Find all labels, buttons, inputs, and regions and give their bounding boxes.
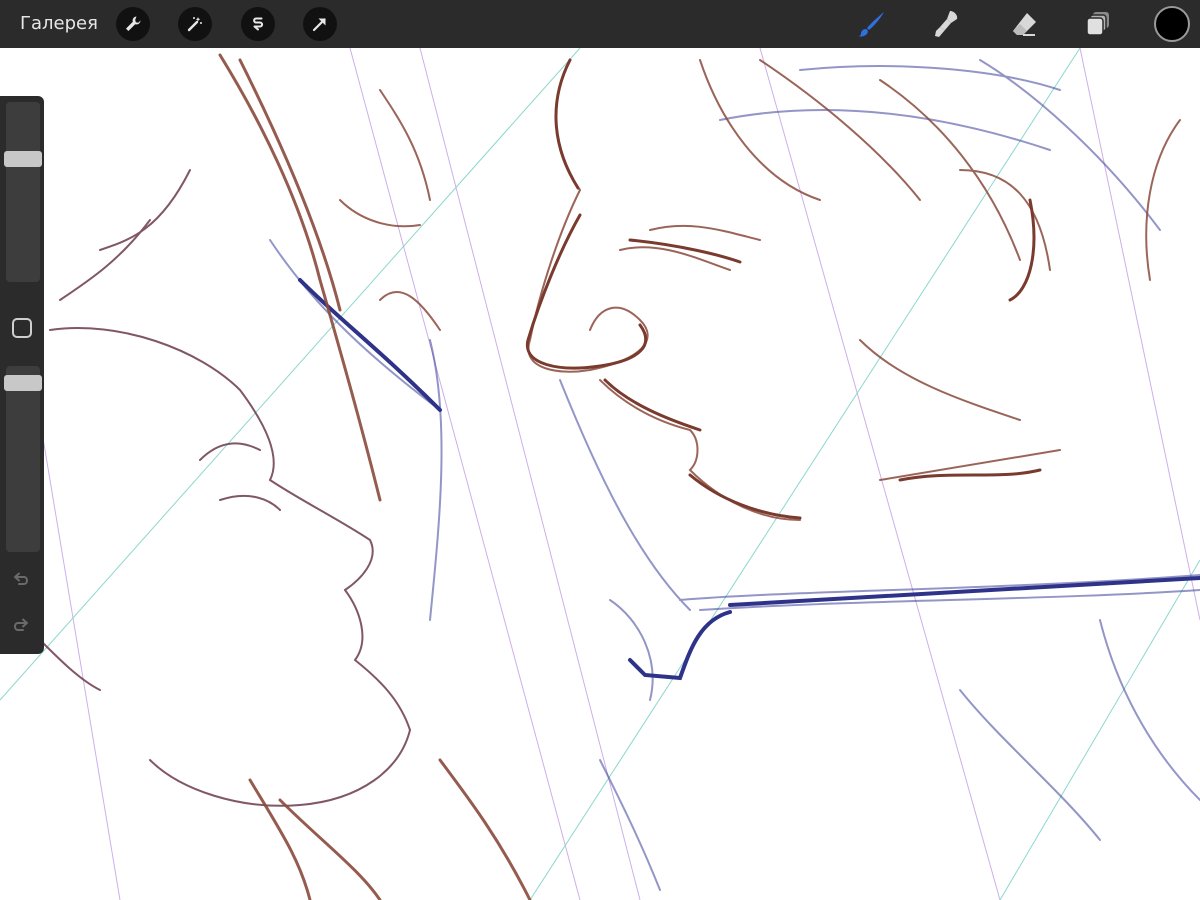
gallery-button[interactable]: Галерея <box>20 13 98 34</box>
adjustments-button[interactable] <box>178 7 212 41</box>
opacity-slider[interactable] <box>6 366 40 552</box>
drawing-canvas[interactable] <box>0 48 1200 900</box>
transform-arrow-icon <box>312 18 326 32</box>
brush-tool[interactable] <box>856 8 888 40</box>
undo-icon <box>14 572 28 585</box>
selection-icon <box>253 17 264 31</box>
eraser-tool[interactable] <box>1008 8 1040 40</box>
smudge-tool[interactable] <box>930 8 962 40</box>
brush-size-slider[interactable] <box>6 102 40 282</box>
layers-icon <box>1086 12 1109 36</box>
redo-icon <box>14 618 28 631</box>
layers-tool[interactable] <box>1082 8 1114 40</box>
color-picker-swatch[interactable] <box>1154 6 1190 42</box>
selection-button[interactable] <box>241 7 275 41</box>
left-sidebar <box>0 96 44 654</box>
undo-button[interactable] <box>10 570 32 592</box>
wrench-icon <box>126 16 141 31</box>
redo-button[interactable] <box>10 616 32 638</box>
eraser-icon <box>1013 13 1036 36</box>
actions-button[interactable] <box>116 7 150 41</box>
brush-icon <box>858 12 884 37</box>
modify-button[interactable] <box>12 318 32 338</box>
transform-button[interactable] <box>303 7 337 41</box>
sketch-artwork <box>0 48 1200 900</box>
opacity-thumb[interactable] <box>4 374 42 391</box>
magic-wand-icon <box>187 17 202 32</box>
smudge-icon <box>935 11 958 37</box>
top-toolbar: Галерея <box>0 0 1200 48</box>
brush-size-thumb[interactable] <box>4 151 42 168</box>
